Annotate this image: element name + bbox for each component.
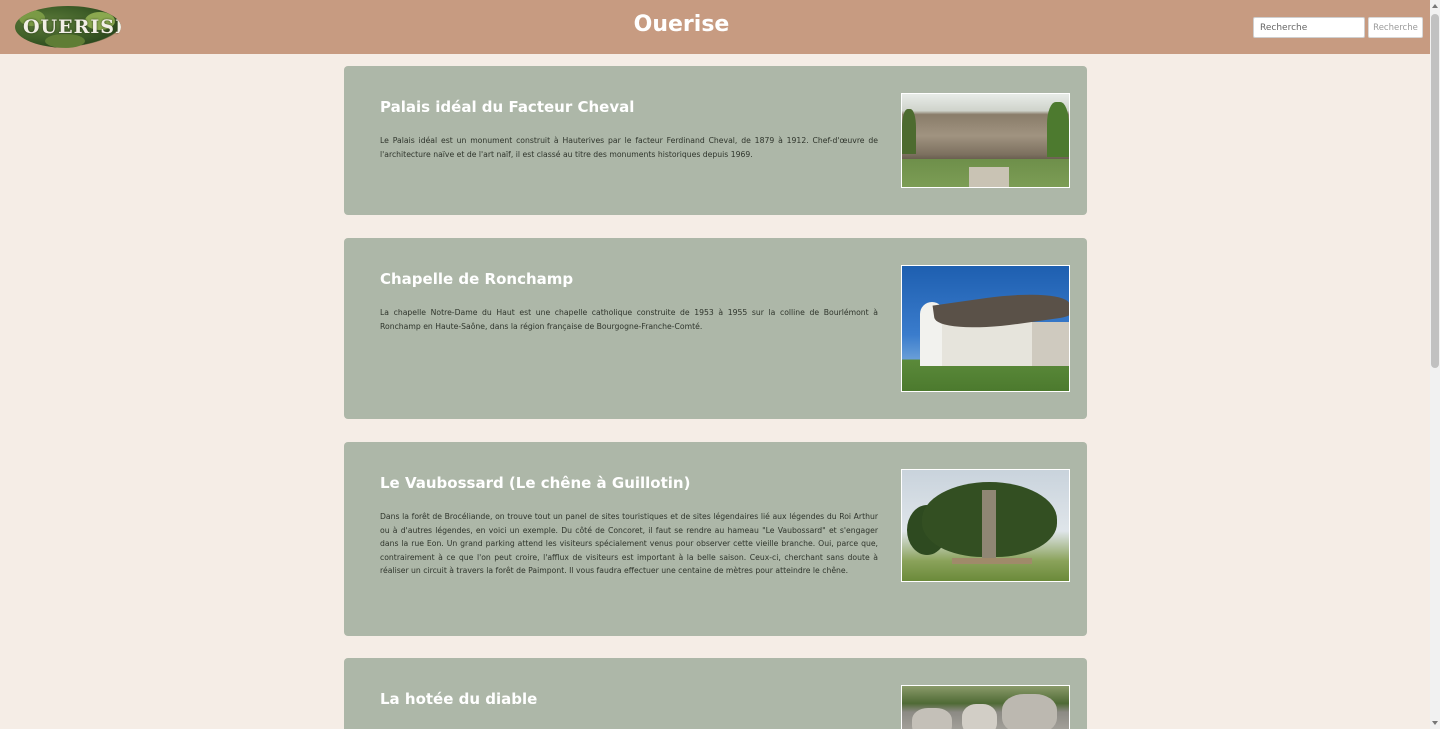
card-description: Le Palais idéal est un monument construi… xyxy=(380,136,878,159)
scroll-down-arrow-icon[interactable] xyxy=(1432,721,1438,725)
ronchamp-chapel-photo xyxy=(901,265,1070,392)
photo-rock xyxy=(912,708,952,729)
search-input[interactable] xyxy=(1253,17,1365,38)
card-description: La chapelle Notre-Dame du Haut est une c… xyxy=(380,308,878,331)
photo-trunk xyxy=(982,490,996,560)
card-description: Dans la forêt de Brocéliande, on trouve … xyxy=(380,512,878,575)
card-title: Palais idéal du Facteur Cheval xyxy=(380,98,635,116)
oak-tree-photo xyxy=(901,469,1070,582)
place-card: La hotée du diable xyxy=(344,658,1087,729)
place-card: Palais idéal du Facteur Cheval Le Palais… xyxy=(344,66,1087,215)
photo-rock xyxy=(962,704,997,729)
card-title: La hotée du diable xyxy=(380,690,538,708)
photo-rock xyxy=(1002,694,1057,729)
card-title: Le Vaubossard (Le chêne à Guillotin) xyxy=(380,474,691,492)
page-scrollbar[interactable] xyxy=(1430,0,1440,729)
photo-trees xyxy=(1047,102,1069,157)
palais-ideal-photo xyxy=(901,93,1070,188)
rocks-photo xyxy=(901,685,1070,729)
scroll-up-arrow-icon[interactable] xyxy=(1432,4,1438,8)
card-title: Chapelle de Ronchamp xyxy=(380,270,574,288)
place-card: Chapelle de Ronchamp La chapelle Notre-D… xyxy=(344,238,1087,419)
site-title: Ouerise xyxy=(633,12,730,37)
photo-fence xyxy=(952,558,1032,564)
photo-side-wall xyxy=(1032,322,1069,366)
place-card: Le Vaubossard (Le chêne à Guillotin) Dan… xyxy=(344,442,1087,636)
site-header: OUERISE Ouerise Recherche xyxy=(0,0,1430,54)
photo-trees xyxy=(902,109,916,154)
search-button[interactable]: Recherche xyxy=(1368,17,1423,38)
photo-path xyxy=(968,167,1009,187)
scrollbar-thumb[interactable] xyxy=(1431,14,1439,368)
